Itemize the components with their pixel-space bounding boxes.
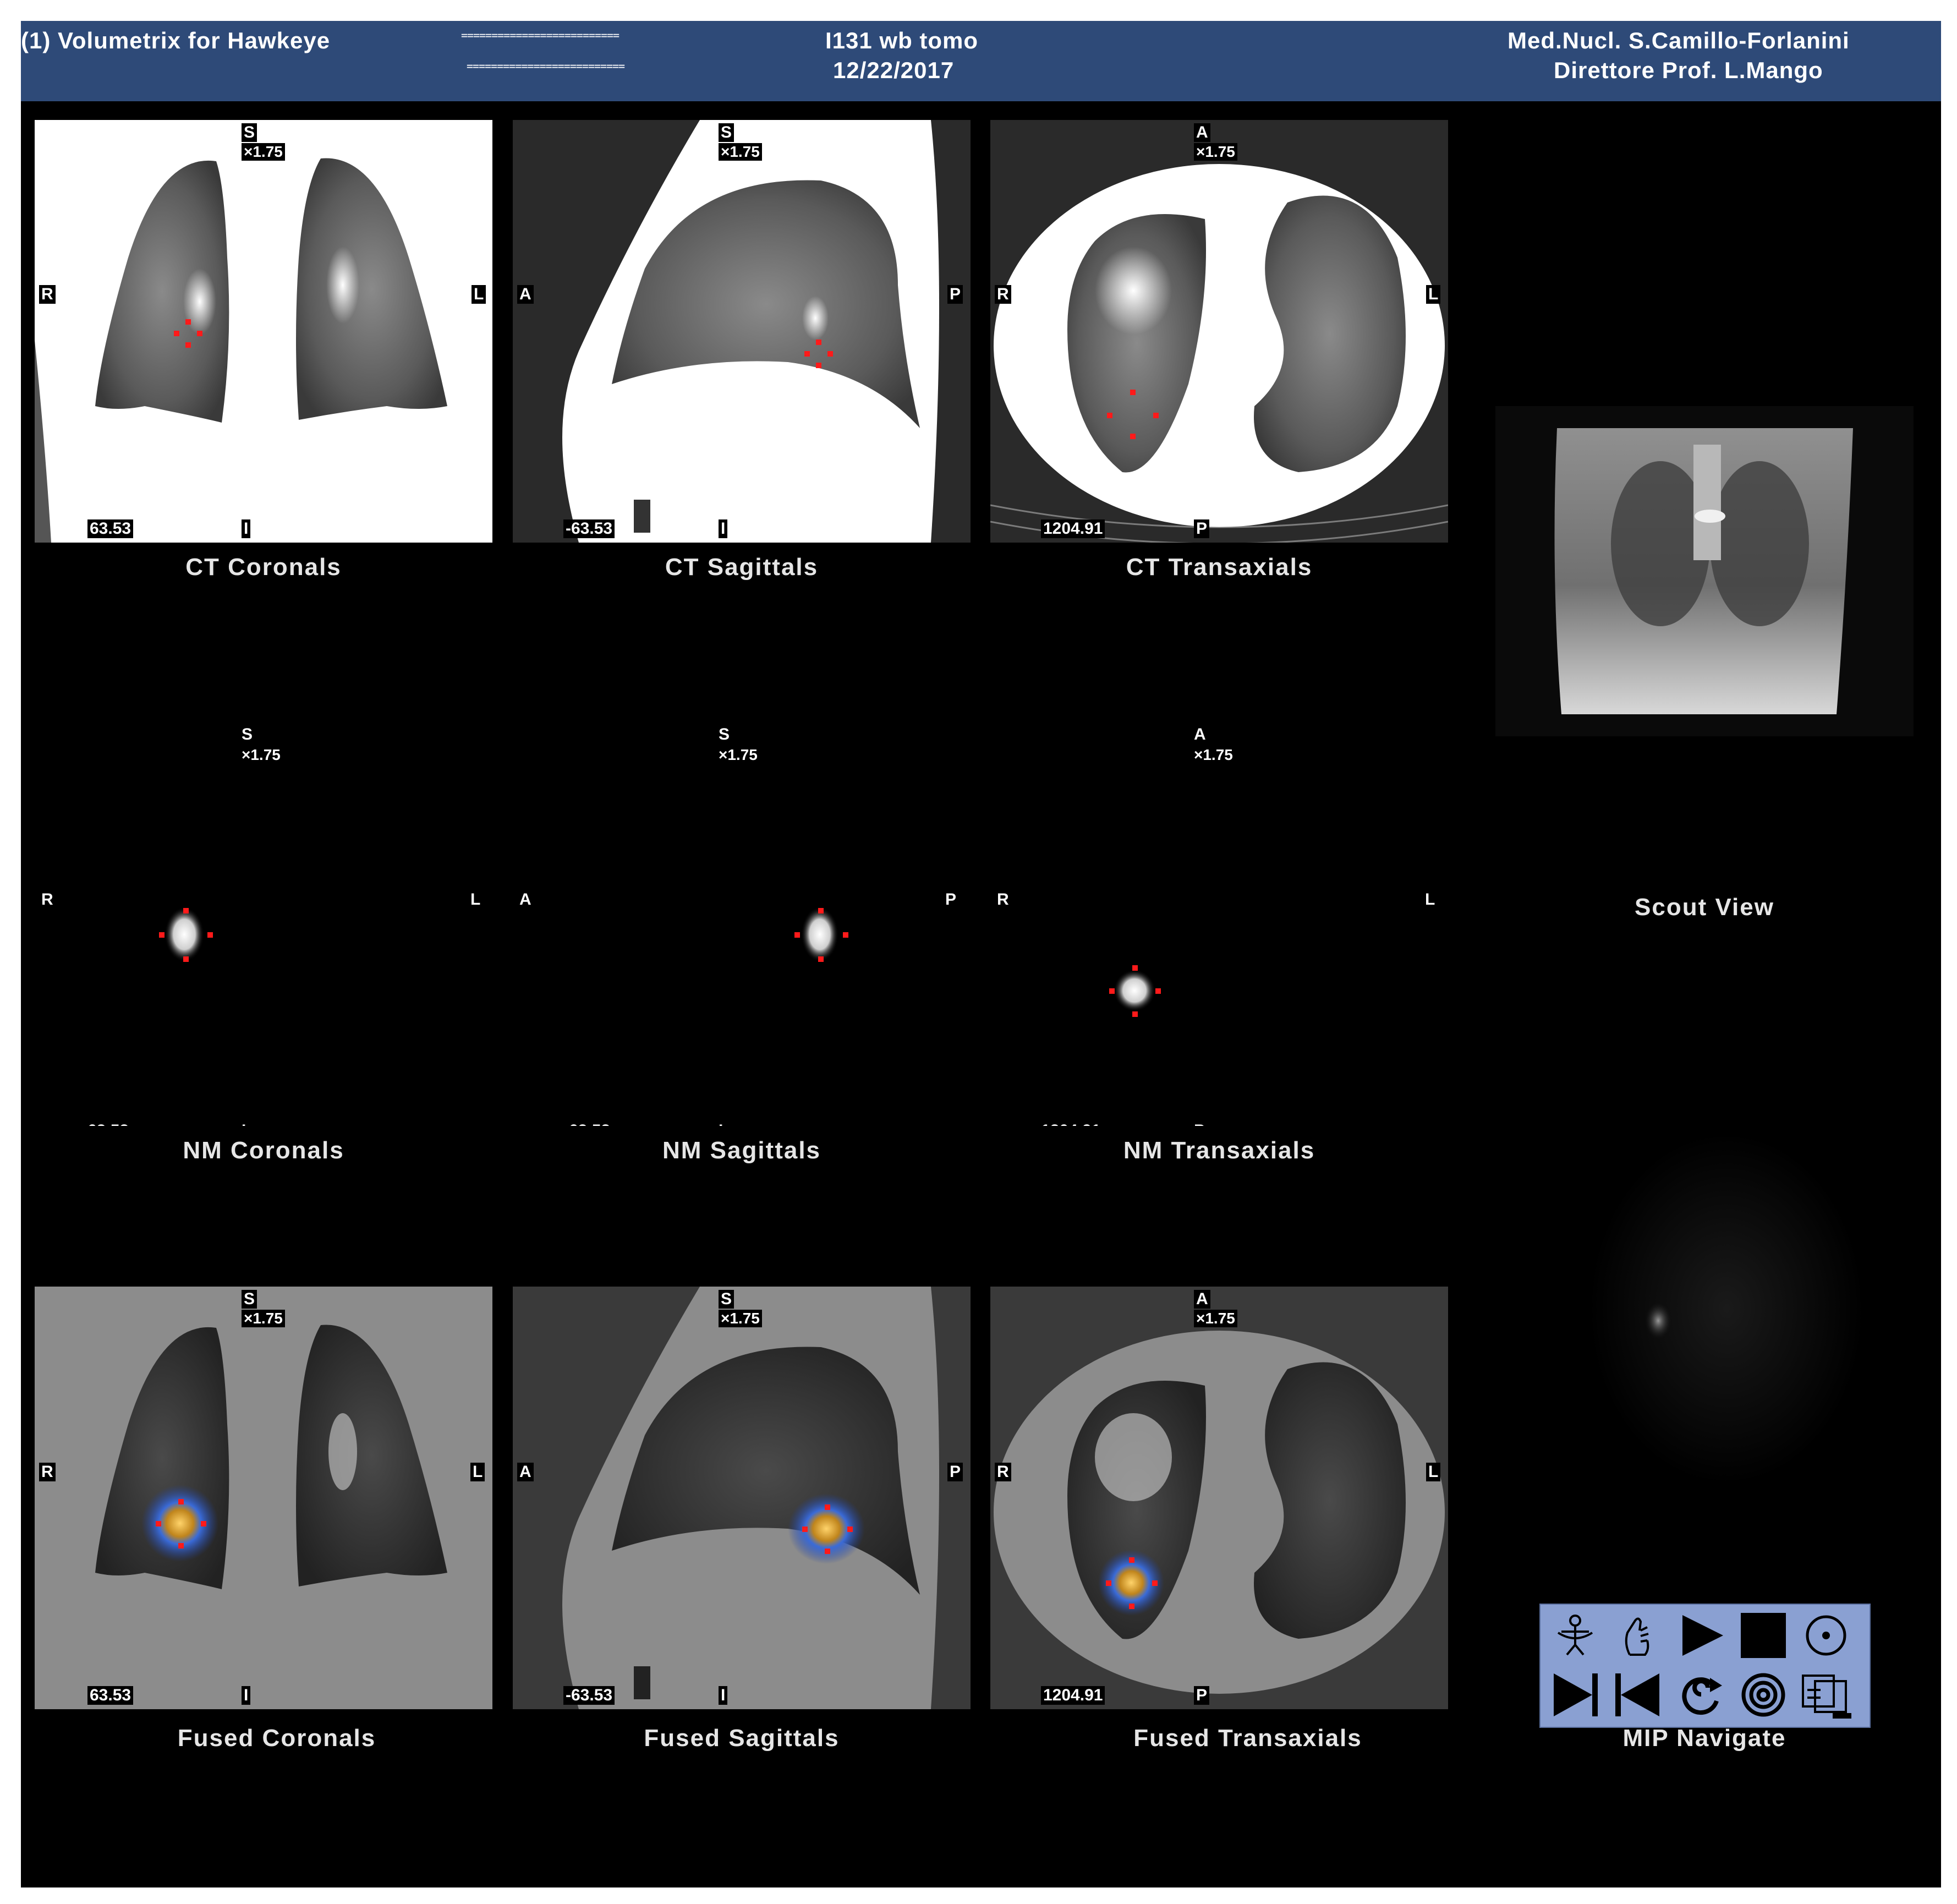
fused-coronal-label: Fused Coronals bbox=[177, 1725, 376, 1752]
nm-sagittal-viewport[interactable]: S ×1.75 A P -63.53 I bbox=[513, 703, 971, 1126]
orientation-left: R bbox=[39, 285, 56, 304]
orientation-top: S bbox=[242, 123, 257, 142]
orientation-bottom: I bbox=[719, 519, 728, 538]
scout-view-viewport[interactable] bbox=[1495, 406, 1914, 736]
zoom-factor: ×1.75 bbox=[1194, 1310, 1237, 1327]
zoom-factor: ×1.75 bbox=[1194, 746, 1233, 763]
orientation-bottom: P bbox=[1194, 1686, 1210, 1705]
patient-id-redacted: ========================== bbox=[467, 59, 625, 73]
ct-coronal-label: CT Coronals bbox=[185, 554, 342, 581]
target-icon[interactable] bbox=[1796, 1608, 1856, 1663]
patient-name-redacted: ========================== bbox=[461, 29, 620, 42]
zoom-factor: ×1.75 bbox=[719, 1310, 762, 1327]
slice-position: 1204.91 bbox=[1041, 1686, 1105, 1705]
nm-coronal-viewport[interactable]: S ×1.75 R L 63.53 I bbox=[35, 703, 492, 1126]
nm-sagittal-label: NM Sagittals bbox=[662, 1137, 821, 1164]
orientation-right: P bbox=[945, 890, 957, 909]
hand-icon[interactable] bbox=[1608, 1608, 1668, 1663]
spiral-icon[interactable] bbox=[1733, 1667, 1794, 1722]
orientation-left: A bbox=[517, 285, 534, 304]
orientation-right: L bbox=[470, 1463, 485, 1481]
orientation-right: L bbox=[1426, 285, 1441, 304]
step-forward-icon[interactable] bbox=[1545, 1667, 1605, 1722]
nm-coronal-label: NM Coronals bbox=[183, 1137, 344, 1164]
orientation-top: S bbox=[719, 725, 730, 743]
fused-coronal-viewport[interactable]: S ×1.75 R L 63.53 I bbox=[35, 1287, 492, 1709]
ct-transaxial-viewport[interactable]: A ×1.75 R L 1204.91 P bbox=[990, 120, 1448, 543]
slice-position: 1204.91 bbox=[1041, 1121, 1100, 1126]
step-back-icon[interactable] bbox=[1608, 1667, 1668, 1722]
orientation-left: A bbox=[517, 1463, 534, 1481]
fused-transaxial-viewport[interactable]: A ×1.75 R L 1204.91 P bbox=[990, 1287, 1448, 1709]
orientation-top: A bbox=[1194, 123, 1210, 142]
orientation-left: R bbox=[995, 1463, 1011, 1481]
app-title: (1) Volumetrix for Hawkeye bbox=[21, 28, 331, 53]
orientation-bottom: I bbox=[242, 1121, 246, 1126]
slice-position: 1204.91 bbox=[1041, 519, 1105, 538]
orientation-left: A bbox=[519, 890, 531, 909]
mip-viewport[interactable] bbox=[1561, 1121, 1892, 1496]
save-avi-icon[interactable] bbox=[1796, 1667, 1856, 1722]
orientation-left: R bbox=[41, 890, 53, 909]
ct-coronal-viewport[interactable]: S ×1.75 R L 63.53 I bbox=[35, 120, 492, 543]
app-window: (1) Volumetrix for Hawkeye =============… bbox=[21, 21, 1941, 1887]
orientation-bottom: I bbox=[719, 1121, 723, 1126]
body-rotate-icon[interactable] bbox=[1545, 1608, 1605, 1663]
header-bar: (1) Volumetrix for Hawkeye =============… bbox=[21, 21, 1941, 101]
slice-position: -63.53 bbox=[563, 519, 615, 538]
orientation-top: S bbox=[242, 1290, 257, 1309]
orientation-top: S bbox=[719, 1290, 734, 1309]
orientation-right: L bbox=[470, 890, 481, 909]
mip-navigate-toolbar bbox=[1539, 1604, 1871, 1728]
slice-position: 63.53 bbox=[87, 1121, 129, 1126]
zoom-factor: ×1.75 bbox=[719, 746, 758, 763]
nm-transaxial-viewport[interactable]: A ×1.75 R L 1204.91 P bbox=[990, 703, 1448, 1126]
orientation-bottom: I bbox=[242, 1686, 251, 1705]
nm-transaxial-label: NM Transaxials bbox=[1123, 1137, 1315, 1164]
stop-icon[interactable] bbox=[1733, 1608, 1794, 1663]
orientation-right: L bbox=[472, 285, 486, 304]
ct-sagittal-viewport[interactable]: S ×1.75 A P -63.53 I bbox=[513, 120, 971, 543]
rotate-cw-icon[interactable] bbox=[1670, 1667, 1731, 1722]
orientation-top: S bbox=[242, 725, 253, 743]
ct-transaxial-label: CT Transaxials bbox=[1126, 554, 1313, 581]
orientation-bottom: I bbox=[242, 519, 251, 538]
orientation-right: L bbox=[1425, 890, 1435, 909]
fused-sagittal-label: Fused Sagittals bbox=[644, 1725, 840, 1752]
fused-transaxial-label: Fused Transaxials bbox=[1133, 1725, 1362, 1752]
zoom-factor: ×1.75 bbox=[719, 143, 762, 161]
orientation-right: L bbox=[1426, 1463, 1441, 1481]
orientation-left: R bbox=[39, 1463, 56, 1481]
orientation-left: R bbox=[995, 285, 1011, 304]
orientation-top: S bbox=[719, 123, 734, 142]
orientation-top: A bbox=[1194, 725, 1206, 743]
orientation-bottom: P bbox=[1194, 1121, 1205, 1126]
director-name: Direttore Prof. L.Mango bbox=[1554, 57, 1823, 83]
orientation-right: P bbox=[947, 285, 963, 304]
slice-position: 63.53 bbox=[87, 519, 134, 538]
fused-sagittal-viewport[interactable]: S ×1.75 A P -63.53 I bbox=[513, 1287, 971, 1709]
orientation-top: A bbox=[1194, 1290, 1210, 1309]
scout-view-label: Scout View bbox=[1635, 894, 1774, 921]
orientation-left: R bbox=[997, 890, 1009, 909]
study-date: 12/22/2017 bbox=[833, 57, 955, 83]
ct-sagittal-label: CT Sagittals bbox=[665, 554, 819, 581]
zoom-factor: ×1.75 bbox=[242, 143, 285, 161]
orientation-bottom: P bbox=[1194, 519, 1210, 538]
orientation-bottom: I bbox=[719, 1686, 728, 1705]
zoom-factor: ×1.75 bbox=[242, 1310, 285, 1327]
study-name: I131 wb tomo bbox=[825, 28, 979, 53]
institution-name: Med.Nucl. S.Camillo-Forlanini bbox=[1508, 28, 1850, 53]
slice-position: -63.53 bbox=[563, 1686, 615, 1705]
mip-navigate-label: MIP Navigate bbox=[1622, 1725, 1786, 1752]
orientation-right: P bbox=[947, 1463, 963, 1481]
play-icon[interactable] bbox=[1670, 1608, 1731, 1663]
slice-position: 63.53 bbox=[87, 1686, 134, 1705]
zoom-factor: ×1.75 bbox=[1194, 143, 1237, 161]
zoom-factor: ×1.75 bbox=[242, 746, 281, 763]
slice-position: -63.53 bbox=[563, 1121, 610, 1126]
